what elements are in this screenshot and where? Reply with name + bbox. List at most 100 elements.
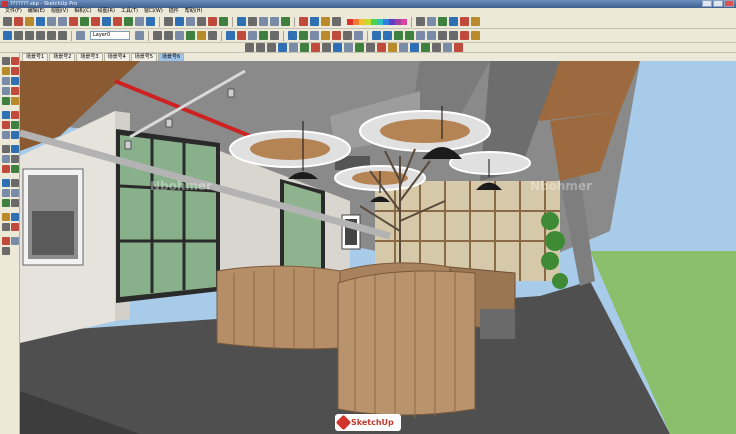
freehand-icon[interactable] [11,97,19,105]
top-view-icon[interactable] [14,31,23,40]
weld-icon[interactable] [300,43,309,52]
wall-icon[interactable] [432,43,441,52]
window-tool-icon[interactable] [388,43,397,52]
slope-icon[interactable] [443,43,452,52]
zoom-icon[interactable] [259,17,268,26]
stack-icon[interactable] [256,43,265,52]
line-icon[interactable] [36,17,45,26]
position-camera-icon[interactable] [2,213,10,221]
zoom-extents-icon[interactable] [281,17,290,26]
solid-intersect-icon[interactable] [248,31,257,40]
tab-scene-4[interactable]: 场景号4 [103,53,130,61]
polygon-icon[interactable] [2,97,10,105]
axes-icon[interactable] [208,17,217,26]
monochrome-icon[interactable] [208,31,217,40]
push-pull-icon[interactable] [11,111,19,119]
hatch-icon[interactable] [454,43,463,52]
orbit-icon[interactable] [237,17,246,26]
tab-scene-5[interactable]: 场景号5 [130,53,157,61]
look-around-icon[interactable] [2,223,10,231]
zoom-window-icon[interactable] [270,17,279,26]
styles-icon[interactable] [471,17,480,26]
solid-subtract-icon[interactable] [237,31,246,40]
zoom-window-icon[interactable] [11,189,19,197]
paint-bucket-icon[interactable] [2,67,10,75]
pan-icon[interactable] [248,17,257,26]
smoove-icon[interactable] [310,31,319,40]
layers-icon[interactable] [76,31,85,40]
rectangle-icon[interactable] [47,17,56,26]
rectangle-icon[interactable] [2,77,10,85]
paint-bucket-icon[interactable] [25,17,34,26]
right-view-icon[interactable] [36,31,45,40]
entity-info-icon[interactable] [11,237,19,245]
menu-plugins[interactable]: 插件 [166,8,182,15]
bezier-icon[interactable] [322,43,331,52]
previous-view-icon[interactable] [11,199,19,207]
model-info-icon[interactable] [2,237,10,245]
select-icon[interactable] [2,57,10,65]
section-plane-icon[interactable] [299,17,308,26]
section-plane-icon[interactable] [11,223,19,231]
add-detail-icon[interactable] [343,31,352,40]
shadow-settings-icon[interactable] [416,17,425,26]
select-icon[interactable] [3,17,12,26]
tab-scene-6[interactable]: 场景号6 [157,53,185,61]
align-icon[interactable] [245,43,254,52]
tab-scene-3[interactable]: 场景号3 [76,53,103,61]
zoom-icon[interactable] [2,189,10,197]
look-around-icon[interactable] [321,17,330,26]
menu-file[interactable]: 文件(F) [2,8,25,15]
plugin-tool-1-icon[interactable] [372,31,381,40]
pan-icon[interactable] [11,179,19,187]
pipe-icon[interactable] [377,43,386,52]
menu-draw[interactable]: 绘图(R) [95,8,118,15]
3d-text-icon[interactable] [219,17,228,26]
circle-icon[interactable] [2,87,10,95]
grid-icon[interactable] [344,43,353,52]
plugin-tool-7-icon[interactable] [438,31,447,40]
label-icon[interactable] [366,43,375,52]
back-view-icon[interactable] [47,31,56,40]
axes-icon[interactable] [2,165,10,173]
model-viewport[interactable]: Nbohmer Nbohmer SketchUp [20,61,736,434]
maximize-button[interactable] [713,0,723,7]
protractor-icon[interactable] [2,155,10,163]
array-icon[interactable] [267,43,276,52]
sandbox-from-scratch-icon[interactable] [299,31,308,40]
components-icon[interactable] [449,17,458,26]
plugin-tool-3-icon[interactable] [394,31,403,40]
shaded-icon[interactable] [186,31,195,40]
eraser-icon[interactable] [14,17,23,26]
close-button[interactable] [724,0,734,7]
plugin-tool-10-icon[interactable] [471,31,480,40]
make-component-icon[interactable] [11,57,19,65]
plugin-tool-6-icon[interactable] [427,31,436,40]
follow-me-icon[interactable] [124,17,133,26]
zoom-extents-icon[interactable] [2,199,10,207]
move-icon[interactable] [2,111,10,119]
arc-icon[interactable] [69,17,78,26]
plugin-tool-2-icon[interactable] [383,31,392,40]
stairs-icon[interactable] [410,43,419,52]
scale-icon[interactable] [2,131,10,139]
dimension-icon[interactable] [175,17,184,26]
drape-icon[interactable] [332,31,341,40]
layer-manager-icon[interactable] [135,31,144,40]
push-pull-icon[interactable] [91,17,100,26]
round-corner-icon[interactable] [355,43,364,52]
wireframe-icon[interactable] [164,31,173,40]
3d-text-icon[interactable] [11,165,19,173]
fog-icon[interactable] [427,17,436,26]
menu-window[interactable]: 窗口(W) [141,8,166,15]
solid-split-icon[interactable] [270,31,279,40]
eraser-icon[interactable] [11,67,19,75]
layer-select[interactable]: Layer0 [90,31,130,40]
move-icon[interactable] [102,17,111,26]
menu-tools[interactable]: 工具(T) [118,8,141,15]
left-view-icon[interactable] [58,31,67,40]
mirror-icon[interactable] [278,43,287,52]
dimension-icon[interactable] [11,145,19,153]
solid-trim-icon[interactable] [259,31,268,40]
minimize-button[interactable] [702,0,712,7]
